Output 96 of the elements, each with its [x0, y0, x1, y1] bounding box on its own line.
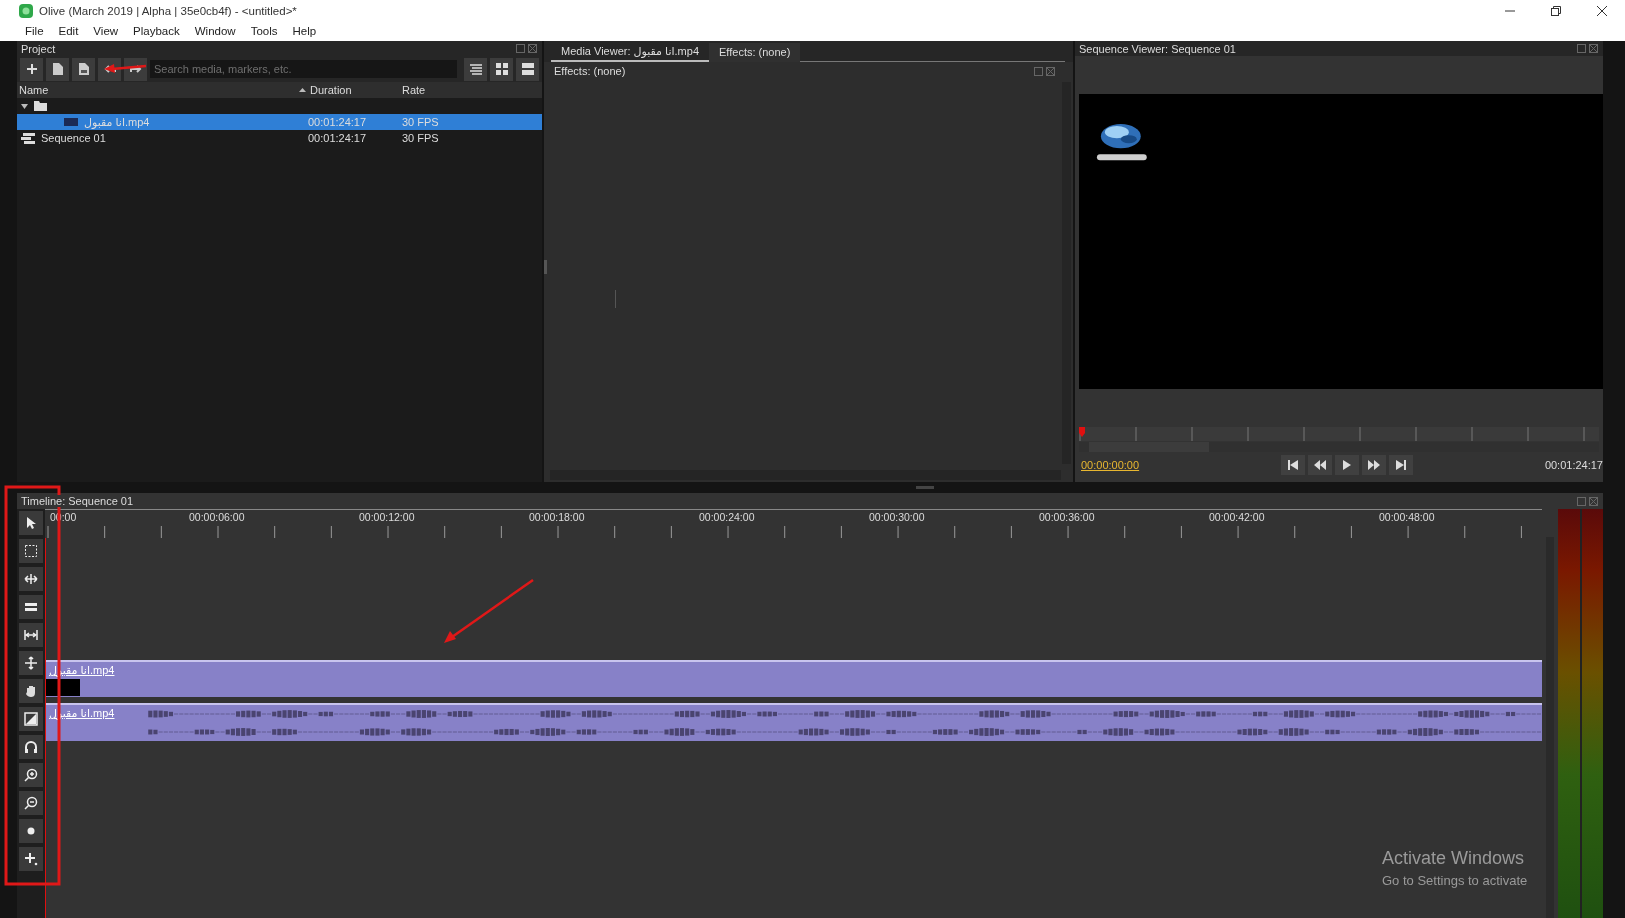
hand-icon — [24, 684, 38, 698]
ruler-label: 00:00:18:00 — [528, 511, 586, 523]
current-timecode[interactable]: 00:00:00:00 — [1081, 459, 1221, 471]
go-to-start-button[interactable] — [1281, 455, 1305, 475]
rate-cell-text: 30 FPS — [402, 132, 440, 144]
splitter-handle[interactable] — [615, 290, 616, 308]
menu-item[interactable]: View — [93, 25, 119, 37]
menu-item[interactable]: Edit — [58, 25, 79, 37]
panel-title: Timeline: Sequence 01 — [21, 495, 136, 507]
tool-button[interactable] — [19, 623, 43, 647]
menu-item[interactable]: Window — [194, 25, 236, 37]
tool-button[interactable] — [19, 567, 43, 591]
ruler-label: 00:00:24:00 — [698, 511, 756, 523]
zoom-out-icon — [24, 796, 38, 810]
tool-button[interactable] — [19, 819, 43, 843]
pointer-icon — [24, 516, 38, 530]
fast-forward-icon — [1368, 460, 1380, 470]
expand-arrow-icon[interactable] — [21, 103, 28, 109]
go-to-end-button[interactable] — [1389, 455, 1413, 475]
fast-forward-button[interactable] — [1362, 455, 1386, 475]
list-icon — [469, 63, 482, 75]
tool-button[interactable] — [19, 511, 43, 535]
ruler-label: 00:00:42:00 — [1208, 511, 1266, 523]
item-name: انا مقبول.mp4 — [84, 115, 150, 129]
ripple-icon — [24, 572, 38, 586]
column-header[interactable]: Rate — [402, 84, 482, 96]
effects-header: Effects: (none) — [554, 65, 626, 77]
activation-notice-title: Activate Windows — [1382, 848, 1526, 869]
tree-view-button[interactable] — [516, 57, 539, 81]
tool-button[interactable] — [19, 707, 43, 731]
rows-icon — [521, 63, 534, 75]
playhead-marker-icon[interactable] — [1079, 427, 1085, 437]
list-view-button[interactable] — [464, 57, 487, 81]
column-header[interactable]: Duration — [310, 84, 402, 96]
ruler-label: 00:00:06:00 — [188, 511, 246, 523]
ruler-label: 00:00:36:00 — [1038, 511, 1096, 523]
splitter-handle[interactable] — [544, 260, 547, 274]
video-thumbnail-icon — [64, 118, 78, 126]
panel-title: Sequence Viewer: Sequence 01 — [1079, 42, 1236, 55]
sort-arrow-icon — [299, 88, 306, 92]
marquee-icon — [24, 544, 38, 558]
skip-back-icon — [1288, 460, 1298, 470]
plus-icon — [25, 63, 38, 75]
document-icon — [52, 63, 63, 75]
tool-button[interactable] — [19, 847, 43, 871]
tool-button[interactable] — [19, 791, 43, 815]
open-button[interactable] — [46, 57, 69, 81]
duration-cell-text: 00:01:24:17 — [308, 116, 368, 128]
ruler-label: 00:00:12:00 — [358, 511, 416, 523]
sequence-icon — [21, 132, 35, 144]
transition-icon — [24, 712, 38, 726]
menu-item[interactable]: Tools — [250, 25, 278, 37]
headphones-icon — [24, 740, 38, 754]
item-name: Sequence 01 — [41, 132, 106, 144]
tool-button[interactable] — [19, 679, 43, 703]
tool-button[interactable] — [19, 539, 43, 563]
project-item[interactable]: Sequence 01 00:01:24:17 30 FPS — [17, 130, 542, 146]
rate-cell-text: 30 FPS — [402, 116, 440, 128]
duration-cell-text: 00:01:24:17 — [308, 132, 368, 144]
menu-item[interactable]: Playback — [133, 25, 180, 37]
restore-icon[interactable] — [1551, 5, 1561, 16]
add-icon — [24, 852, 38, 866]
tool-button[interactable] — [19, 735, 43, 759]
annotation-arrow — [104, 64, 147, 73]
window-title: Olive (March 2019 | Alpha | 35e0cb4f) - <untitled>* — [39, 4, 297, 17]
search-field[interactable]: Search media, markers, etc. — [150, 60, 457, 78]
play-icon — [1343, 460, 1351, 470]
activation-notice-text: Go to Settings to activate — [1382, 873, 1529, 888]
tool-button[interactable] — [19, 651, 43, 675]
panel-tab[interactable]: Effects: (none) — [709, 43, 801, 62]
document-icon — [78, 63, 89, 75]
menu-item[interactable]: Help — [292, 25, 317, 37]
panel-title: Project — [21, 42, 56, 55]
column-header[interactable]: Name — [17, 84, 299, 96]
menu-item[interactable]: File — [25, 25, 44, 37]
rewind-icon — [1314, 460, 1326, 470]
close-icon[interactable] — [1597, 5, 1607, 16]
grid-icon — [495, 63, 508, 75]
folder-icon — [34, 101, 47, 111]
skip-forward-icon — [1396, 460, 1406, 470]
splitter-handle[interactable] — [916, 486, 934, 489]
rolling-icon — [24, 600, 38, 614]
zoom-in-icon — [24, 768, 38, 782]
play-button[interactable] — [1335, 455, 1359, 475]
rewind-button[interactable] — [1308, 455, 1332, 475]
ruler-label: 00:00:30:00 — [868, 511, 926, 523]
tool-button[interactable] — [19, 763, 43, 787]
ruler-label: 00:00:48:00 — [1378, 511, 1436, 523]
new-button[interactable] — [20, 57, 43, 81]
slide-icon — [24, 656, 38, 670]
undo-icon — [103, 64, 116, 74]
end-timecode: 00:01:24:17 — [1544, 459, 1603, 471]
icon-view-button[interactable] — [490, 57, 513, 81]
tool-button[interactable] — [19, 595, 43, 619]
save-button[interactable] — [72, 57, 95, 81]
app-logo-icon — [19, 3, 33, 18]
